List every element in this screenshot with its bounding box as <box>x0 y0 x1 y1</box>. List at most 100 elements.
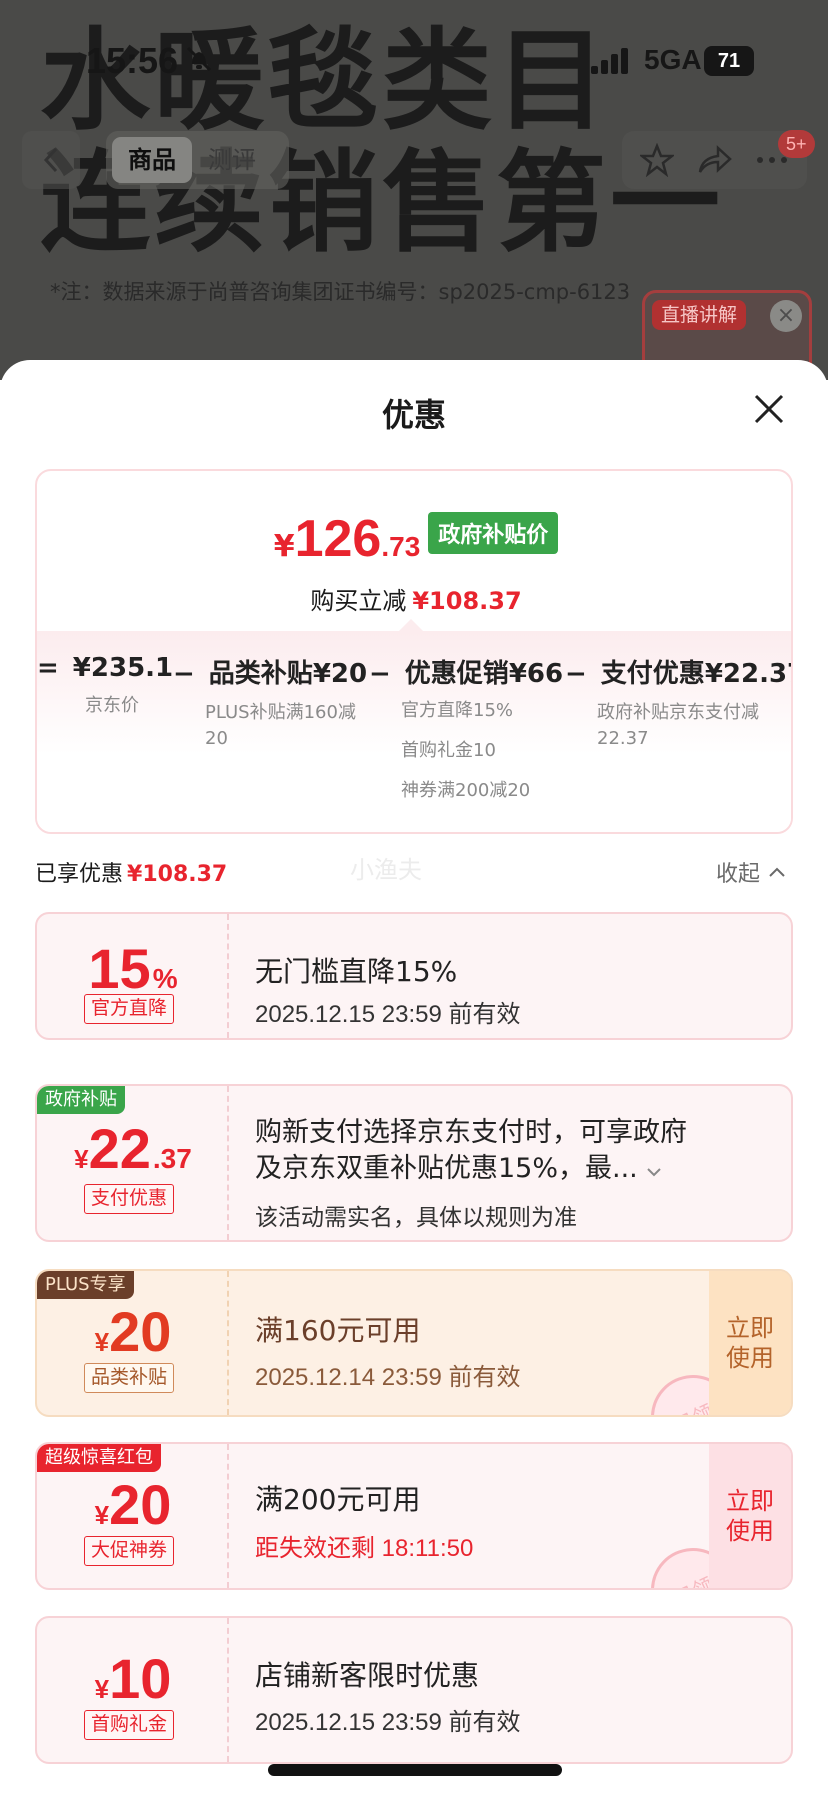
formula-title: 品类补贴 <box>208 659 313 689</box>
coupon-official-discount: 15% 官方直降 无门槛直降15% 2025.12.15 23:59 前有效 <box>35 912 793 1040</box>
coupon-title: 购新支付选择京东支付时，可享政府 <box>255 1117 687 1148</box>
signal-icon <box>591 48 628 74</box>
coupon-title: 店铺新客限时优惠 <box>255 1659 480 1692</box>
coupon-value: ¥10 <box>37 1646 229 1711</box>
currency-symbol: ¥ <box>273 529 295 564</box>
banner-note: *注：数据来源于尚普咨询集团证书编号：sp2025-cmp-6123 <box>50 280 631 304</box>
share-icon <box>699 145 733 173</box>
coupon-type-tag: 支付优惠 <box>84 1184 175 1214</box>
collapse-label: 收起 <box>716 862 761 887</box>
instant-discount-label: 购买立减 <box>310 587 407 615</box>
collapse-button[interactable]: 收起 <box>716 856 786 888</box>
enjoyed-discount: 已享优惠 ¥108.37 <box>35 856 227 888</box>
coupon-number: 22 <box>88 1117 151 1180</box>
instant-discount-amount: ¥108.37 <box>412 587 522 615</box>
coupon-value: 15% <box>37 936 229 1001</box>
coupon-type-tag: 品类补贴 <box>84 1363 175 1393</box>
coupon-title: 满160元可用 <box>255 1314 421 1347</box>
mute-bell-icon <box>186 46 212 72</box>
watermark: 小渔夫 <box>350 856 422 884</box>
formula-payment: −支付优惠¥22.37 政府补贴京东支付减22.37 <box>565 653 791 752</box>
live-tag: 直播讲解 <box>652 300 747 330</box>
formula-promotion: − 优惠促销¥66 官方直降15% 首购礼金10 神券满200减20 <box>369 653 563 810</box>
network-type: 5GA <box>644 44 702 75</box>
coupon-value: ¥22.37 <box>37 1116 229 1181</box>
coupon-currency: ¥ <box>94 1500 110 1530</box>
coupon-currency: ¥ <box>94 1327 110 1357</box>
coupon-type-tag: 官方直降 <box>84 994 175 1024</box>
coupon-value: ¥20 <box>37 1472 229 1537</box>
price-decimal: .73 <box>381 531 421 562</box>
battery-indicator: 71 <box>704 46 754 76</box>
star-icon <box>639 143 674 177</box>
home-indicator[interactable] <box>268 1764 562 1776</box>
coupon-plus-category: PLUS专享 ¥20 品类补贴 满160元可用 2025.12.14 23:59… <box>35 1269 793 1417</box>
coupon-title: 无门槛直降15% <box>255 955 458 988</box>
formula-jd-price: = ¥235.1 京东价 <box>37 653 173 719</box>
use-now-button[interactable]: 立即使用 <box>709 1271 791 1415</box>
formula-title: 支付优惠 <box>600 659 705 689</box>
coupon-title-line2[interactable]: 及京东双重补贴优惠15%，最... <box>255 1146 662 1185</box>
enjoyed-amount: ¥108.37 <box>127 862 228 887</box>
back-button[interactable] <box>22 131 80 189</box>
chevron-down-icon <box>647 1168 662 1177</box>
chevron-left-icon <box>43 147 58 173</box>
coupon-note: 该活动需实名，具体以规则为准 <box>255 1204 577 1230</box>
coupon-number: 15 <box>88 937 151 1000</box>
formula-amount: ¥66 <box>508 659 564 689</box>
final-price: ¥ 126 .73 政府补贴价 <box>37 509 791 569</box>
formula-op: − <box>565 659 587 689</box>
share-button[interactable] <box>694 140 734 180</box>
sheet-title: 优惠 <box>381 396 446 434</box>
coupon-title: 满200元可用 <box>255 1483 421 1516</box>
coupon-number: 20 <box>109 1473 172 1536</box>
coupon-payment-discount: 政府补贴 ¥22.37 支付优惠 购新支付选择京东支付时，可享政府 及京东双重补… <box>35 1084 793 1242</box>
coupon-value: ¥20 <box>37 1299 229 1364</box>
coupon-number: 10 <box>109 1647 172 1710</box>
formula-op: − <box>173 659 195 689</box>
use-now-button[interactable]: 立即使用 <box>709 1444 791 1588</box>
coupon-currency: ¥ <box>74 1144 89 1174</box>
coupon-mega-promo: 超级惊喜红包 ¥20 大促神券 满200元可用 距失效还剩 18:11:50 已… <box>35 1442 793 1590</box>
formula-amount: ¥235.1 <box>72 653 174 683</box>
close-icon[interactable] <box>752 392 786 426</box>
message-badge: 5+ <box>778 130 815 158</box>
formula-desc: PLUS补贴满160减20 <box>205 702 356 749</box>
coupon-countdown: 距失效还剩 18:11:50 <box>255 1535 474 1562</box>
tab-review[interactable]: 测评 <box>192 137 272 183</box>
formula-desc: 京东价 <box>85 695 139 716</box>
coupon-suffix: % <box>152 963 178 994</box>
price-formula: = ¥235.1 京东价 − 品类补贴¥20 PLUS补贴满160减20 − 优惠促销… <box>37 619 791 832</box>
coupon-currency: ¥ <box>94 1674 110 1704</box>
price-integer: 126 <box>294 510 382 568</box>
formula-desc: 官方直降15% <box>401 700 514 721</box>
more-dots-icon <box>757 157 788 163</box>
favorite-button[interactable] <box>637 140 677 180</box>
formula-title: 优惠促销 <box>404 659 509 689</box>
coupon-type-tag: 大促神券 <box>84 1536 175 1566</box>
gov-subsidy-price-tag: 政府补贴价 <box>428 512 559 554</box>
tab-product[interactable]: 商品 <box>112 137 192 183</box>
coupon-title-continued: 及京东双重补贴优惠15%，最... <box>255 1153 638 1184</box>
chevron-up-icon <box>769 867 785 877</box>
formula-amount: ¥22.37 <box>704 659 791 689</box>
formula-desc: 首购礼金10 <box>401 740 496 761</box>
formula-amount: ¥20 <box>312 659 368 689</box>
coupon-validity: 2025.12.15 23:59 前有效 <box>255 1709 521 1736</box>
formula-op: − <box>369 659 391 689</box>
product-tabs: 商品 测评 <box>106 131 289 189</box>
coupon-validity: 2025.12.14 23:59 前有效 <box>255 1364 521 1391</box>
discount-sheet: 优惠 ¥ 126 .73 政府补贴价 购买立减 ¥108.37 = ¥235.1 京… <box>0 360 828 1796</box>
coupon-first-purchase: ¥10 首购礼金 店铺新客限时优惠 2025.12.15 23:59 前有效 <box>35 1616 793 1764</box>
status-time: 15:56 <box>86 40 179 81</box>
coupon-type-tag: 首购礼金 <box>84 1710 175 1740</box>
live-close-icon[interactable]: × <box>770 300 802 332</box>
formula-op: = <box>37 653 59 683</box>
formula-category-subsidy: − 品类补贴¥20 PLUS补贴满160减20 <box>173 653 367 752</box>
enjoyed-label: 已享优惠 <box>35 862 124 887</box>
formula-desc: 政府补贴京东支付减22.37 <box>597 702 759 749</box>
coupon-suffix: .37 <box>152 1143 192 1174</box>
coupon-validity: 2025.12.15 23:59 前有效 <box>255 1001 521 1028</box>
coupon-number: 20 <box>109 1300 172 1363</box>
price-summary-card: ¥ 126 .73 政府补贴价 购买立减 ¥108.37 = ¥235.1 京东价 … <box>35 469 793 834</box>
